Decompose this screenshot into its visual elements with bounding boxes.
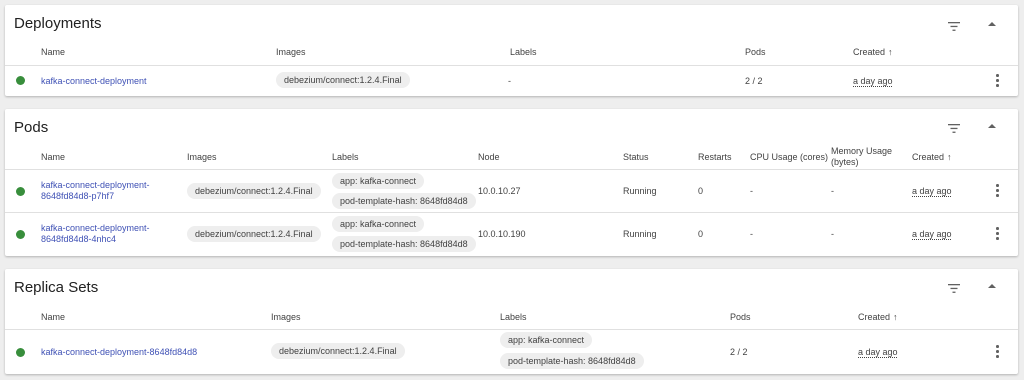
- header-created-label: Created: [853, 47, 886, 57]
- pods-title: Pods: [14, 119, 49, 136]
- pod-name-line1: kafka-connect-deployment-: [41, 223, 150, 233]
- pod-name-link[interactable]: kafka-connect-deployment- 8648fd84d8-4nhc…: [41, 223, 150, 245]
- header-name: Name: [41, 47, 66, 57]
- pod-name-line2: 8648fd84d8-4nhc4: [41, 234, 117, 244]
- more-vert-icon[interactable]: [991, 344, 1003, 360]
- node-value: 10.0.10.27: [478, 186, 521, 196]
- header-created-label: Created: [912, 152, 945, 162]
- header-memory: Memory Usage (bytes): [831, 146, 892, 168]
- more-vert-icon[interactable]: [991, 73, 1003, 89]
- replica-set-name-link[interactable]: kafka-connect-deployment-8648fd84d8: [41, 347, 197, 358]
- pods-value: 2 / 2: [730, 347, 748, 357]
- status-ok-icon: [16, 230, 25, 239]
- more-vert-icon[interactable]: [991, 226, 1003, 242]
- status-ok-icon: [16, 76, 25, 85]
- header-images: Images: [276, 47, 306, 57]
- deployments-card: Deployments Name Images Labels Pods Crea…: [5, 5, 1018, 96]
- status-value: Running: [623, 229, 657, 239]
- header-labels: Labels: [510, 47, 537, 57]
- pods-card: Pods Name Images Labels Node Status Rest…: [5, 109, 1018, 256]
- header-node: Node: [478, 152, 500, 162]
- filter-icon[interactable]: [944, 278, 964, 298]
- created-value: a day ago: [858, 347, 898, 357]
- row-divider: [5, 212, 1018, 213]
- pods-value: 2 / 2: [745, 76, 763, 86]
- header-created[interactable]: Created ↑: [912, 152, 952, 162]
- header-memory-line1: Memory Usage: [831, 146, 893, 156]
- image-chip: debezium/connect:1.2.4.Final: [271, 343, 405, 359]
- label-chip: app: kafka-connect: [332, 216, 425, 232]
- label-chip: pod-template-hash: 8648fd84d8: [332, 193, 476, 209]
- created-value: a day ago: [853, 76, 893, 86]
- more-vert-icon[interactable]: [991, 183, 1003, 199]
- header-labels: Labels: [500, 312, 527, 322]
- pod-name-line1: kafka-connect-deployment-: [41, 180, 150, 190]
- collapse-icon[interactable]: [982, 13, 1002, 33]
- deployment-name-link[interactable]: kafka-connect-deployment: [41, 76, 147, 87]
- header-divider: [5, 65, 1018, 66]
- header-pods: Pods: [730, 312, 751, 322]
- header-divider: [5, 329, 1018, 330]
- header-status: Status: [623, 152, 649, 162]
- collapse-icon[interactable]: [982, 115, 1002, 135]
- created-value: a day ago: [912, 186, 952, 196]
- image-chip: debezium/connect:1.2.4.Final: [187, 226, 321, 242]
- status-ok-icon: [16, 187, 25, 196]
- restarts-value: 0: [698, 186, 704, 196]
- sort-arrow-icon: ↑: [947, 152, 952, 162]
- node-value: 10.0.10.190: [478, 229, 526, 239]
- filter-icon[interactable]: [944, 118, 964, 138]
- header-created[interactable]: Created ↑: [858, 312, 898, 322]
- label-chip: app: kafka-connect: [500, 332, 593, 348]
- header-labels: Labels: [332, 152, 359, 162]
- pod-name-link[interactable]: kafka-connect-deployment- 8648fd84d8-p7hf…: [41, 180, 150, 202]
- restarts-value: 0: [698, 229, 704, 239]
- header-divider: [5, 169, 1018, 170]
- header-restarts: Restarts: [698, 152, 732, 162]
- header-name: Name: [41, 152, 66, 162]
- header-created-label: Created: [858, 312, 891, 322]
- label-chip: pod-template-hash: 8648fd84d8: [332, 236, 476, 252]
- status-value: Running: [623, 186, 657, 196]
- image-chip: debezium/connect:1.2.4.Final: [187, 183, 321, 199]
- sort-arrow-icon: ↑: [893, 312, 898, 322]
- labels-value: -: [508, 76, 511, 86]
- label-chip: app: kafka-connect: [332, 173, 425, 189]
- collapse-icon[interactable]: [982, 275, 1002, 295]
- header-pods: Pods: [745, 47, 766, 57]
- header-memory-line2: (bytes): [831, 157, 859, 167]
- image-chip: debezium/connect:1.2.4.Final: [276, 72, 410, 88]
- header-images: Images: [271, 312, 301, 322]
- memory-value: -: [831, 229, 834, 239]
- status-ok-icon: [16, 348, 25, 357]
- created-value: a day ago: [912, 229, 952, 239]
- memory-value: -: [831, 186, 834, 196]
- replica-sets-card: Replica Sets Name Images Labels Pods Cre…: [5, 269, 1018, 374]
- pod-name-line2: 8648fd84d8-p7hf7: [41, 191, 115, 201]
- header-cpu: CPU Usage (cores): [750, 152, 829, 162]
- header-created[interactable]: Created ↑: [853, 47, 893, 57]
- header-images: Images: [187, 152, 217, 162]
- filter-icon[interactable]: [944, 16, 964, 36]
- deployments-title: Deployments: [14, 15, 102, 32]
- cpu-value: -: [750, 186, 753, 196]
- cpu-value: -: [750, 229, 753, 239]
- header-name: Name: [41, 312, 66, 322]
- sort-arrow-icon: ↑: [888, 47, 893, 57]
- label-chip: pod-template-hash: 8648fd84d8: [500, 353, 644, 369]
- replica-sets-title: Replica Sets: [14, 279, 99, 296]
